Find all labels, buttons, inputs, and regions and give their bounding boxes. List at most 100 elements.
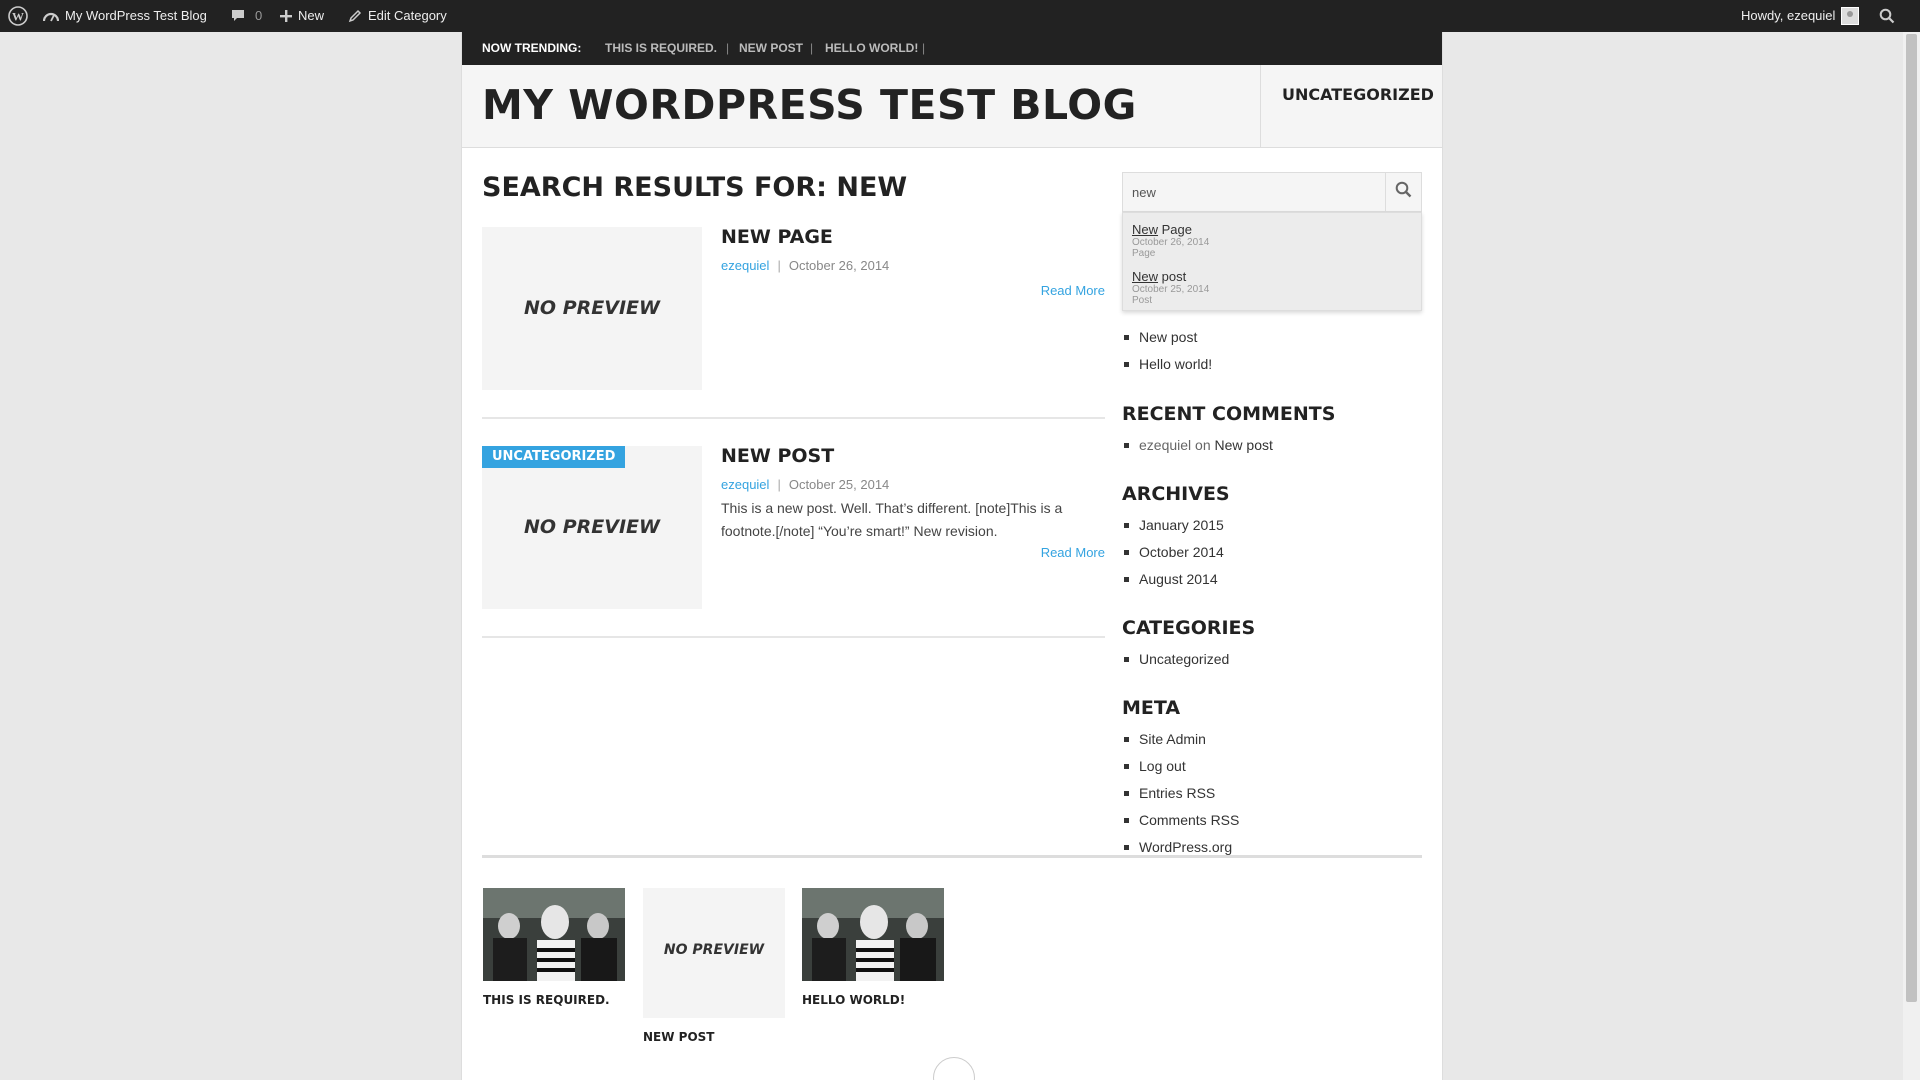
scrollbar-thumb[interactable] bbox=[1906, 34, 1917, 1002]
wordpress-logo-icon[interactable]: W bbox=[8, 0, 28, 32]
recent-post-link[interactable]: Hello world! bbox=[1122, 354, 1212, 381]
post-meta: ezequiel | October 25, 2014 bbox=[721, 477, 890, 492]
plus-icon bbox=[280, 10, 292, 22]
post-divider bbox=[482, 417, 1105, 419]
autocomplete-date: October 26, 2014 bbox=[1132, 237, 1210, 248]
post-author[interactable]: ezequiel bbox=[721, 477, 769, 492]
recent-comments-list: ezequiel on New post bbox=[1122, 435, 1273, 462]
footer-divider bbox=[482, 855, 1422, 858]
meta-link[interactable]: Log out bbox=[1122, 756, 1239, 783]
site-name-label: My WordPress Test Blog bbox=[65, 8, 207, 23]
footer-post-item[interactable]: HELLO WORLD! bbox=[802, 888, 944, 1007]
trending-separator: | bbox=[726, 41, 730, 55]
post-author[interactable]: ezequiel bbox=[721, 258, 769, 273]
comment-bubble-icon bbox=[231, 9, 245, 23]
page-container: NOW TRENDING: THIS IS REQUIRED. | NEW PO… bbox=[461, 32, 1443, 1080]
post-divider bbox=[482, 636, 1105, 638]
site-name-link[interactable]: My WordPress Test Blog bbox=[43, 0, 207, 32]
search-autocomplete: New Page October 26, 2014 Page New post … bbox=[1122, 212, 1422, 311]
autocomplete-match: New bbox=[1132, 222, 1159, 237]
footer-post-title[interactable]: NEW POST bbox=[643, 1030, 785, 1044]
post-title[interactable]: NEW PAGE bbox=[721, 226, 833, 248]
my-account-link[interactable]: Howdy, ezequiel bbox=[1741, 0, 1860, 32]
archive-link[interactable]: August 2014 bbox=[1122, 569, 1224, 596]
category-link[interactable]: Uncategorized bbox=[1122, 649, 1229, 676]
meta-link[interactable]: Entries RSS bbox=[1122, 783, 1239, 810]
footer-post-title[interactable]: HELLO WORLD! bbox=[802, 993, 944, 1007]
categories-list: Uncategorized bbox=[1122, 649, 1229, 676]
autocomplete-item[interactable]: New post October 25, 2014 Post bbox=[1132, 269, 1209, 306]
new-content-link[interactable]: New bbox=[280, 0, 324, 32]
edit-category-link[interactable]: Edit Category bbox=[348, 0, 447, 32]
post-meta: ezequiel | October 26, 2014 bbox=[721, 258, 890, 273]
no-preview-label: NO PREVIEW bbox=[663, 942, 765, 958]
meta-link[interactable]: WordPress.org bbox=[1122, 837, 1239, 864]
site-title[interactable]: MY WORDPRESS TEST BLOG bbox=[482, 81, 1137, 129]
trending-label: NOW TRENDING: bbox=[482, 41, 582, 55]
autocomplete-type: Page bbox=[1132, 248, 1156, 259]
footer-post-image[interactable] bbox=[802, 888, 944, 981]
autocomplete-item[interactable]: New Page October 26, 2014 Page bbox=[1132, 222, 1209, 259]
autocomplete-date: October 25, 2014 bbox=[1132, 284, 1210, 295]
admin-bar: W My WordPress Test Blog 0 New Edit Cate… bbox=[0, 0, 1920, 32]
post-thumbnail[interactable]: NO PREVIEW bbox=[482, 446, 702, 609]
dashboard-icon bbox=[43, 9, 59, 23]
search-input[interactable] bbox=[1123, 173, 1378, 211]
recent-comments-title: RECENT COMMENTS bbox=[1122, 403, 1336, 425]
footer-post-item[interactable]: THIS IS REQUIRED. bbox=[483, 888, 625, 1007]
search-button[interactable] bbox=[1385, 173, 1421, 211]
search-form bbox=[1122, 172, 1422, 212]
svg-text:W: W bbox=[12, 10, 24, 24]
post-title[interactable]: NEW POST bbox=[721, 445, 834, 467]
comment-author[interactable]: ezequiel bbox=[1139, 437, 1191, 453]
scrollbar[interactable] bbox=[1903, 32, 1920, 1080]
archive-link[interactable]: October 2014 bbox=[1122, 542, 1224, 569]
footer-post-thumbnail[interactable]: NO PREVIEW bbox=[643, 888, 785, 1018]
comments-link[interactable]: 0 bbox=[231, 0, 262, 32]
trending-item[interactable]: NEW POST bbox=[739, 32, 803, 65]
trending-separator: | bbox=[922, 41, 926, 55]
avatar bbox=[1841, 7, 1860, 25]
no-preview-label: NO PREVIEW bbox=[524, 516, 660, 538]
new-label: New bbox=[298, 8, 325, 23]
trending-item[interactable]: THIS IS REQUIRED. bbox=[605, 32, 717, 65]
nav-item-uncategorized[interactable]: UNCATEGORIZED bbox=[1282, 85, 1434, 104]
site-header: MY WORDPRESS TEST BLOG UNCATEGORIZED bbox=[462, 65, 1442, 148]
autocomplete-match: New bbox=[1132, 269, 1159, 284]
trending-bar: NOW TRENDING: THIS IS REQUIRED. | NEW PO… bbox=[462, 32, 1442, 65]
read-more-link[interactable]: Read More bbox=[1041, 283, 1105, 298]
footer-post-image[interactable] bbox=[483, 888, 625, 981]
footer-post-item[interactable]: NO PREVIEW NEW POST bbox=[643, 888, 785, 1044]
footer-post-title[interactable]: THIS IS REQUIRED. bbox=[483, 993, 625, 1007]
comment-on-label: on bbox=[1195, 437, 1211, 453]
search-icon bbox=[1395, 181, 1412, 203]
admin-search-button[interactable] bbox=[1879, 0, 1895, 32]
back-to-top-button[interactable] bbox=[933, 1057, 975, 1080]
meta-link[interactable]: Site Admin bbox=[1122, 729, 1239, 756]
search-icon bbox=[1879, 8, 1895, 24]
comment-post-link[interactable]: New post bbox=[1215, 437, 1273, 453]
post-date: October 26, 2014 bbox=[788, 258, 890, 273]
meta-list: Site Admin Log out Entries RSS Comments … bbox=[1122, 729, 1239, 864]
post-thumbnail[interactable]: NO PREVIEW bbox=[482, 227, 702, 390]
no-preview-label: NO PREVIEW bbox=[524, 297, 660, 319]
meta-title: META bbox=[1122, 697, 1181, 719]
autocomplete-title-rest: post bbox=[1158, 269, 1187, 284]
pencil-icon bbox=[348, 9, 362, 23]
categories-title: CATEGORIES bbox=[1122, 617, 1256, 639]
meta-link[interactable]: Comments RSS bbox=[1122, 810, 1239, 837]
read-more-link[interactable]: Read More bbox=[1041, 545, 1105, 560]
archives-list: January 2015 October 2014 August 2014 bbox=[1122, 515, 1224, 596]
howdy-label: Howdy, ezequiel bbox=[1741, 8, 1836, 23]
recent-comment-item: ezequiel on New post bbox=[1122, 435, 1273, 462]
archive-link[interactable]: January 2015 bbox=[1122, 515, 1224, 542]
autocomplete-type: Post bbox=[1132, 295, 1153, 306]
page-title: SEARCH RESULTS FOR: NEW bbox=[482, 172, 908, 203]
post-date: October 25, 2014 bbox=[788, 477, 890, 492]
autocomplete-title-rest: Page bbox=[1158, 222, 1192, 237]
recent-post-link[interactable]: New post bbox=[1122, 327, 1212, 354]
trending-item[interactable]: HELLO WORLD! bbox=[825, 32, 918, 65]
category-badge[interactable]: UNCATEGORIZED bbox=[482, 446, 626, 468]
recent-posts-list: New post Hello world! bbox=[1122, 327, 1212, 381]
trending-separator: | bbox=[810, 41, 814, 55]
